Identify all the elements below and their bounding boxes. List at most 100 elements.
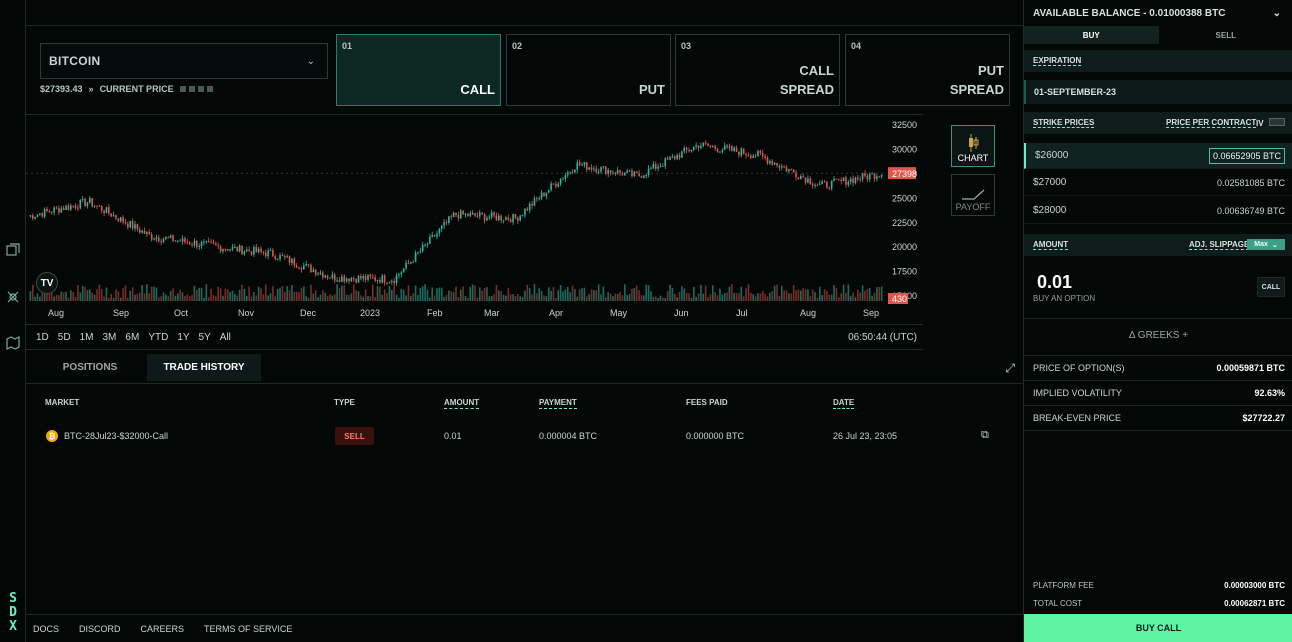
range-1y[interactable]: 1Y [177, 332, 189, 343]
col-amount[interactable]: AMOUNT [444, 398, 480, 409]
col-market[interactable]: MARKET [45, 398, 79, 407]
volume-bar [690, 297, 693, 301]
volume-bar [735, 293, 738, 301]
volume-bar [528, 288, 531, 301]
col-fees[interactable]: FEES PAID [686, 398, 728, 407]
candle-body [146, 232, 148, 234]
buy-tab[interactable]: BUY [1024, 26, 1159, 44]
payoff-view-button[interactable]: PAYOFF [951, 174, 995, 216]
range-3m[interactable]: 3M [103, 332, 117, 343]
strike-option[interactable]: $26000 0.06652905 BTC [1024, 143, 1292, 169]
price-chart[interactable]: 3250030000275002500022500200001750015000… [26, 114, 923, 350]
current-price-value: $27393.43 [40, 84, 83, 94]
volume-bar [462, 286, 464, 301]
volume-bar [279, 287, 281, 301]
volume-bar [776, 284, 778, 301]
candle-body [165, 237, 167, 239]
candle-body [585, 162, 588, 170]
candle-body [859, 179, 862, 181]
range-1m[interactable]: 1M [80, 332, 94, 343]
amount-input[interactable]: 0.01 [1024, 272, 1292, 293]
tab-positions[interactable]: POSITIONS [26, 354, 154, 381]
volume-bar [77, 284, 79, 301]
footer-link-terms[interactable]: TERMS OF SERVICE [204, 624, 292, 634]
candle-body [355, 278, 357, 283]
range-1d[interactable]: 1D [36, 332, 49, 343]
sdx-logo[interactable]: SDX [5, 592, 21, 634]
candle-body [873, 173, 876, 179]
network-icon[interactable] [5, 289, 21, 305]
candle-body [50, 211, 53, 213]
candle-body [210, 241, 212, 243]
option-card-put-spread[interactable]: 04 PUT SPREAD [845, 34, 1010, 106]
sell-tab[interactable]: SELL [1159, 26, 1292, 44]
candle-body [816, 184, 819, 186]
expand-icon[interactable]: ⤢ [1005, 361, 1015, 376]
candle-body [719, 151, 721, 153]
candle-body [761, 152, 764, 156]
slippage-select[interactable]: Max ⌄ [1247, 239, 1285, 250]
volume-bar [780, 285, 783, 301]
volume-bar [262, 294, 265, 301]
option-card-call[interactable]: 01 CALL [336, 34, 501, 106]
buy-call-button[interactable]: BUY CALL [1024, 614, 1292, 642]
strike-option[interactable]: $27000 0.02581085 BTC [1024, 170, 1292, 196]
candle-body [550, 183, 552, 190]
volume-bar [205, 284, 208, 301]
volume-bar [436, 288, 438, 301]
volume-bar [438, 287, 441, 301]
volume-bar [210, 288, 212, 301]
option-card-call-spread[interactable]: 03 CALL SPREAD [675, 34, 840, 106]
candle-body [569, 171, 571, 173]
volume-bar [723, 293, 726, 301]
candle-body [476, 215, 479, 217]
tab-trade-history[interactable]: TRADE HISTORY [147, 354, 261, 381]
volume-bar [393, 285, 395, 301]
range-5y[interactable]: 5Y [199, 332, 211, 343]
volume-bar [559, 285, 562, 301]
col-date[interactable]: DATE [833, 398, 855, 409]
swap-icon[interactable] [5, 242, 21, 258]
candle-body [272, 250, 274, 257]
volume-bar [688, 293, 690, 301]
col-payment[interactable]: PAYMENT [539, 398, 577, 409]
volume-bar [750, 292, 752, 301]
greeks-toggle[interactable]: Δ GREEKS + [1024, 330, 1292, 346]
expiration-select[interactable]: 01-SEPTEMBER-23 [1024, 80, 1292, 104]
range-5d[interactable]: 5D [58, 332, 71, 343]
total-cost: TOTAL COST 0.00062871 BTC [1024, 594, 1292, 612]
candle-body [500, 215, 502, 221]
range-all[interactable]: All [220, 332, 231, 343]
footer-link-careers[interactable]: CAREERS [141, 624, 185, 634]
volume-bar [219, 288, 222, 301]
candle-body [119, 217, 122, 222]
candle-body [647, 168, 650, 175]
map-icon[interactable] [5, 335, 21, 351]
strike-option[interactable]: $28000 0.00636749 BTC [1024, 198, 1292, 224]
volume-bar [702, 293, 705, 301]
candle-body [543, 192, 545, 197]
tradingview-logo[interactable]: TV [36, 272, 58, 294]
candle-body [319, 272, 322, 274]
volume-bar [597, 284, 600, 301]
volume-bar [281, 286, 284, 301]
volume-bar [481, 290, 483, 301]
candle-body [645, 174, 648, 176]
asset-select[interactable]: BITCOIN ⌄ [40, 43, 328, 79]
external-link-icon[interactable]: ⧉ [981, 429, 989, 442]
iv-toggle[interactable] [1269, 118, 1285, 126]
footer-link-discord[interactable]: DISCORD [79, 624, 121, 634]
volume-bar [143, 293, 146, 301]
chart-view-button[interactable]: CHART [951, 125, 995, 167]
balance-header[interactable]: AVAILABLE BALANCE - 0.01000388 BTC ⌄ [1024, 0, 1292, 26]
range-ytd[interactable]: YTD [148, 332, 168, 343]
option-card-put[interactable]: 02 PUT [506, 34, 671, 106]
candle-body [414, 252, 417, 263]
col-type[interactable]: TYPE [334, 398, 355, 407]
range-6m[interactable]: 6M [125, 332, 139, 343]
candle-body [780, 166, 783, 168]
candle-body [742, 148, 745, 154]
footer-link-docs[interactable]: DOCS [33, 624, 59, 634]
candle-body [341, 276, 343, 282]
candle-body [747, 155, 750, 157]
